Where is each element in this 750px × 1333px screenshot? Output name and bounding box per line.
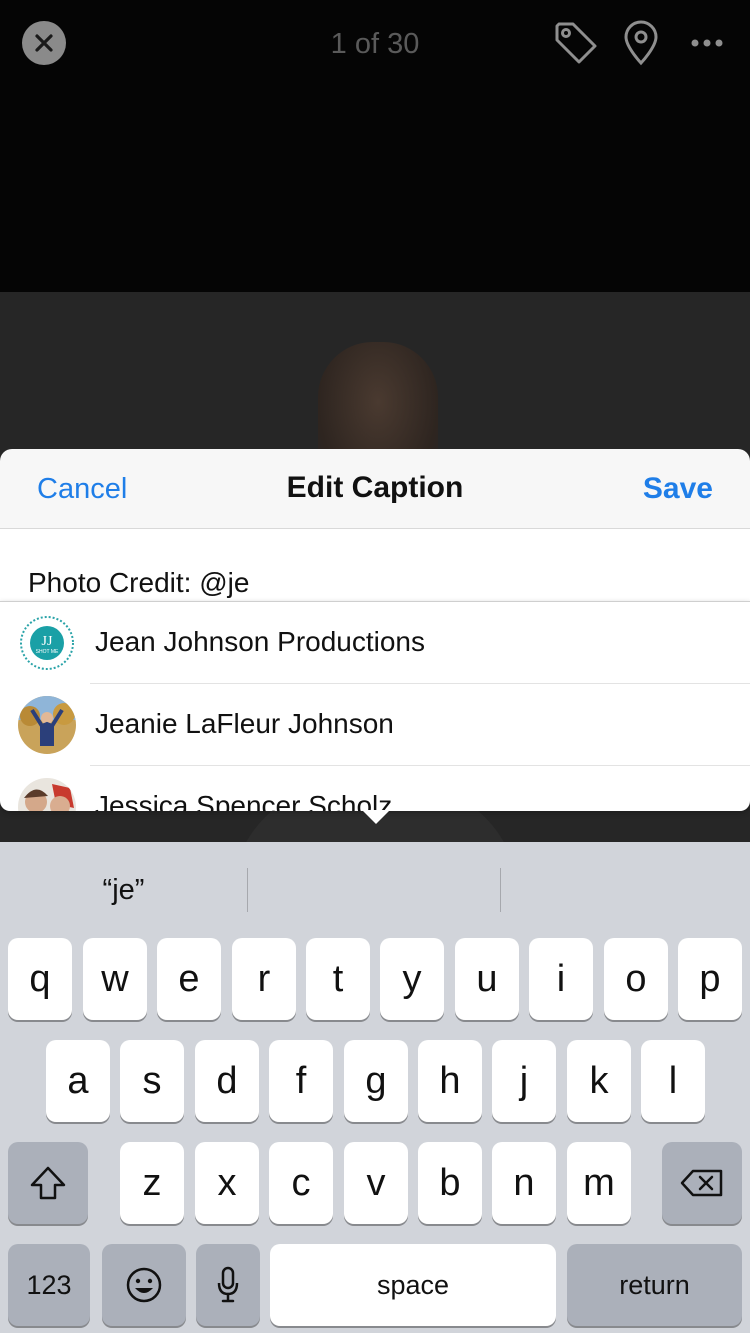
key-a[interactable]: a: [46, 1040, 110, 1122]
key-x[interactable]: x: [195, 1142, 259, 1224]
key-d[interactable]: d: [195, 1040, 259, 1122]
key-p[interactable]: p: [678, 938, 742, 1020]
viewer-top-bar: 1 of 30: [0, 0, 750, 292]
svg-text:JJ: JJ: [42, 634, 53, 649]
caption-input[interactable]: Photo Credit: @je: [0, 529, 750, 601]
key-o[interactable]: o: [604, 938, 668, 1020]
dictation-key[interactable]: [196, 1244, 260, 1326]
key-w[interactable]: w: [83, 938, 147, 1020]
numbers-key[interactable]: 123: [8, 1244, 90, 1326]
suggestion-item[interactable]: JJ SHOT ME Jean Johnson Productions: [0, 602, 750, 684]
key-h[interactable]: h: [418, 1040, 482, 1122]
key-g[interactable]: g: [344, 1040, 408, 1122]
suggestion-name: Jeanie LaFleur Johnson: [95, 708, 394, 739]
key-n[interactable]: n: [492, 1142, 556, 1224]
person-photo-icon: [18, 778, 76, 811]
suggestion-pointer: [362, 810, 390, 824]
key-v[interactable]: v: [344, 1142, 408, 1224]
tag-icon: [555, 22, 597, 64]
suggestion-name: Jean Johnson Productions: [95, 626, 425, 657]
key-m[interactable]: m: [567, 1142, 631, 1224]
key-b[interactable]: b: [418, 1142, 482, 1224]
delete-key[interactable]: [662, 1142, 742, 1224]
key-y[interactable]: y: [380, 938, 444, 1020]
microphone-icon: [217, 1266, 239, 1303]
edit-caption-header: Cancel Edit Caption Save: [0, 449, 750, 529]
tag-button[interactable]: [551, 18, 601, 68]
prediction-item-empty[interactable]: [248, 842, 500, 938]
person-photo-icon: [18, 696, 76, 754]
suggestion-name: Jessica Spencer Scholz: [95, 790, 393, 811]
emoji-icon: [126, 1267, 162, 1303]
key-c[interactable]: c: [269, 1142, 333, 1224]
prediction-item-empty[interactable]: [501, 842, 750, 938]
key-q[interactable]: q: [8, 938, 72, 1020]
emoji-key[interactable]: [102, 1244, 186, 1326]
key-z[interactable]: z: [120, 1142, 184, 1224]
more-dots-icon: [691, 39, 723, 47]
key-f[interactable]: f: [269, 1040, 333, 1122]
space-key[interactable]: space: [270, 1244, 556, 1326]
mention-suggestions: JJ SHOT ME Jean Johnson Productions Jean…: [0, 601, 750, 811]
shift-key[interactable]: [8, 1142, 88, 1224]
suggestion-item[interactable]: Jeanie LaFleur Johnson: [0, 684, 750, 766]
location-button[interactable]: [616, 18, 666, 68]
prediction-item[interactable]: “je”: [0, 842, 247, 938]
jj-logo-icon: JJ SHOT ME: [18, 614, 76, 672]
save-button[interactable]: Save: [643, 472, 713, 506]
return-key[interactable]: return: [567, 1244, 742, 1326]
more-options-button[interactable]: [682, 18, 732, 68]
backspace-icon: [680, 1169, 723, 1197]
suggestion-item[interactable]: Jessica Spencer Scholz: [0, 766, 750, 811]
keyboard: “je” q w e r t y u i o p a s d f g h j k…: [0, 842, 750, 1333]
key-s[interactable]: s: [120, 1040, 184, 1122]
location-pin-icon: [624, 20, 658, 66]
caption-text: Photo Credit: @je: [28, 567, 250, 598]
key-j[interactable]: j: [492, 1040, 556, 1122]
key-r[interactable]: r: [232, 938, 296, 1020]
shift-arrow-icon: [30, 1166, 66, 1200]
key-k[interactable]: k: [567, 1040, 631, 1122]
key-t[interactable]: t: [306, 938, 370, 1020]
key-e[interactable]: e: [157, 938, 221, 1020]
key-l[interactable]: l: [641, 1040, 705, 1122]
key-i[interactable]: i: [529, 938, 593, 1020]
cancel-button[interactable]: Cancel: [37, 473, 127, 506]
key-u[interactable]: u: [455, 938, 519, 1020]
predictive-bar: “je”: [0, 842, 750, 938]
svg-text:SHOT ME: SHOT ME: [36, 649, 59, 655]
